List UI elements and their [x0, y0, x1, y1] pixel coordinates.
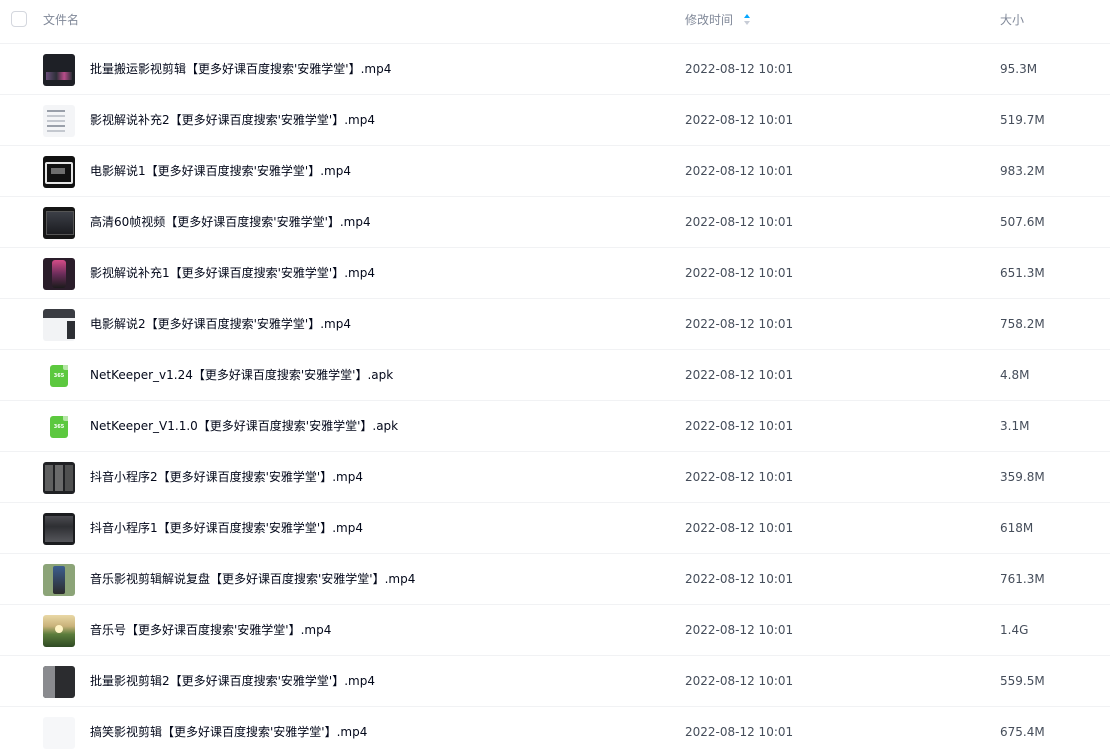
- apk-file-icon: 365: [43, 411, 75, 443]
- video-thumbnail: [43, 717, 75, 749]
- video-thumbnail: [43, 564, 75, 596]
- file-size: 761.3M: [1000, 572, 1045, 586]
- file-size: 359.8M: [1000, 470, 1045, 484]
- file-name[interactable]: 电影解说1【更多好课百度搜索'安雅学堂'】.mp4: [90, 163, 351, 179]
- file-mtime: 2022-08-12 10:01: [685, 368, 794, 382]
- file-name[interactable]: 高清60帧视频【更多好课百度搜索'安雅学堂'】.mp4: [90, 214, 371, 230]
- file-size: 983.2M: [1000, 164, 1045, 178]
- video-thumbnail: [43, 309, 75, 341]
- file-mtime: 2022-08-12 10:01: [685, 113, 794, 127]
- file-row[interactable]: 音乐影视剪辑解说复盘【更多好课百度搜索'安雅学堂'】.mp4 2022-08-1…: [0, 554, 1110, 605]
- column-header-name[interactable]: 文件名: [43, 12, 79, 28]
- file-row[interactable]: 搞笑影视剪辑【更多好课百度搜索'安雅学堂'】.mp4 2022-08-12 10…: [0, 707, 1110, 750]
- file-name[interactable]: 批量搬运影视剪辑【更多好课百度搜索'安雅学堂'】.mp4: [90, 61, 391, 77]
- file-size: 651.3M: [1000, 266, 1045, 280]
- file-row[interactable]: 电影解说2【更多好课百度搜索'安雅学堂'】.mp4 2022-08-12 10:…: [0, 299, 1110, 350]
- file-mtime: 2022-08-12 10:01: [685, 215, 794, 229]
- file-row[interactable]: 电影解说1【更多好课百度搜索'安雅学堂'】.mp4 2022-08-12 10:…: [0, 146, 1110, 197]
- file-mtime: 2022-08-12 10:01: [685, 521, 794, 535]
- file-mtime: 2022-08-12 10:01: [685, 470, 794, 484]
- file-mtime: 2022-08-12 10:01: [685, 317, 794, 331]
- apk-file-icon: 365: [43, 360, 75, 392]
- file-size: 519.7M: [1000, 113, 1045, 127]
- file-row[interactable]: 抖音小程序2【更多好课百度搜索'安雅学堂'】.mp4 2022-08-12 10…: [0, 452, 1110, 503]
- file-name[interactable]: NetKeeper_v1.24【更多好课百度搜索'安雅学堂'】.apk: [90, 367, 393, 383]
- file-name[interactable]: 电影解说2【更多好课百度搜索'安雅学堂'】.mp4: [90, 316, 351, 332]
- file-mtime: 2022-08-12 10:01: [685, 572, 794, 586]
- column-header-mtime[interactable]: 修改时间: [685, 12, 733, 28]
- file-size: 618M: [1000, 521, 1034, 535]
- file-list: 文件名 修改时间 大小 批量搬运影视剪辑【更多好课百度搜索'安雅学堂'】.mp4…: [0, 0, 1110, 750]
- video-thumbnail: [43, 258, 75, 290]
- file-name[interactable]: 搞笑影视剪辑【更多好课百度搜索'安雅学堂'】.mp4: [90, 724, 367, 740]
- file-size: 4.8M: [1000, 368, 1030, 382]
- file-size: 1.4G: [1000, 623, 1029, 637]
- file-size: 3.1M: [1000, 419, 1030, 433]
- video-thumbnail: [43, 666, 75, 698]
- video-thumbnail: [43, 462, 75, 494]
- file-row[interactable]: 音乐号【更多好课百度搜索'安雅学堂'】.mp4 2022-08-12 10:01…: [0, 605, 1110, 656]
- video-thumbnail: [43, 513, 75, 545]
- file-name[interactable]: 抖音小程序1【更多好课百度搜索'安雅学堂'】.mp4: [90, 520, 363, 536]
- file-size: 559.5M: [1000, 674, 1045, 688]
- file-name[interactable]: 影视解说补充1【更多好课百度搜索'安雅学堂'】.mp4: [90, 265, 375, 281]
- video-thumbnail: [43, 54, 75, 86]
- file-name[interactable]: 抖音小程序2【更多好课百度搜索'安雅学堂'】.mp4: [90, 469, 363, 485]
- file-mtime: 2022-08-12 10:01: [685, 62, 794, 76]
- file-name[interactable]: 批量影视剪辑2【更多好课百度搜索'安雅学堂'】.mp4: [90, 673, 375, 689]
- file-mtime: 2022-08-12 10:01: [685, 419, 794, 433]
- file-mtime: 2022-08-12 10:01: [685, 725, 794, 739]
- file-list-header: 文件名 修改时间 大小: [0, 0, 1110, 44]
- sort-icon[interactable]: [743, 13, 751, 26]
- file-mtime: 2022-08-12 10:01: [685, 164, 794, 178]
- file-name[interactable]: NetKeeper_V1.1.0【更多好课百度搜索'安雅学堂'】.apk: [90, 418, 398, 434]
- column-header-size[interactable]: 大小: [1000, 12, 1024, 28]
- file-row[interactable]: 高清60帧视频【更多好课百度搜索'安雅学堂'】.mp4 2022-08-12 1…: [0, 197, 1110, 248]
- file-name[interactable]: 音乐号【更多好课百度搜索'安雅学堂'】.mp4: [90, 622, 331, 638]
- file-row[interactable]: 365 NetKeeper_V1.1.0【更多好课百度搜索'安雅学堂'】.apk…: [0, 401, 1110, 452]
- file-mtime: 2022-08-12 10:01: [685, 623, 794, 637]
- file-row[interactable]: 批量搬运影视剪辑【更多好课百度搜索'安雅学堂'】.mp4 2022-08-12 …: [0, 44, 1110, 95]
- file-row[interactable]: 影视解说补充2【更多好课百度搜索'安雅学堂'】.mp4 2022-08-12 1…: [0, 95, 1110, 146]
- file-size: 675.4M: [1000, 725, 1045, 739]
- file-row[interactable]: 影视解说补充1【更多好课百度搜索'安雅学堂'】.mp4 2022-08-12 1…: [0, 248, 1110, 299]
- file-size: 507.6M: [1000, 215, 1045, 229]
- video-thumbnail: [43, 615, 75, 647]
- file-size: 758.2M: [1000, 317, 1045, 331]
- video-thumbnail: [43, 207, 75, 239]
- video-thumbnail: [43, 105, 75, 137]
- file-row[interactable]: 365 NetKeeper_v1.24【更多好课百度搜索'安雅学堂'】.apk …: [0, 350, 1110, 401]
- file-row[interactable]: 抖音小程序1【更多好课百度搜索'安雅学堂'】.mp4 2022-08-12 10…: [0, 503, 1110, 554]
- file-mtime: 2022-08-12 10:01: [685, 266, 794, 280]
- select-all-checkbox[interactable]: [11, 11, 27, 27]
- file-mtime: 2022-08-12 10:01: [685, 674, 794, 688]
- file-row[interactable]: 批量影视剪辑2【更多好课百度搜索'安雅学堂'】.mp4 2022-08-12 1…: [0, 656, 1110, 707]
- file-name[interactable]: 音乐影视剪辑解说复盘【更多好课百度搜索'安雅学堂'】.mp4: [90, 571, 415, 587]
- file-size: 95.3M: [1000, 62, 1038, 76]
- video-thumbnail: [43, 156, 75, 188]
- file-name[interactable]: 影视解说补充2【更多好课百度搜索'安雅学堂'】.mp4: [90, 112, 375, 128]
